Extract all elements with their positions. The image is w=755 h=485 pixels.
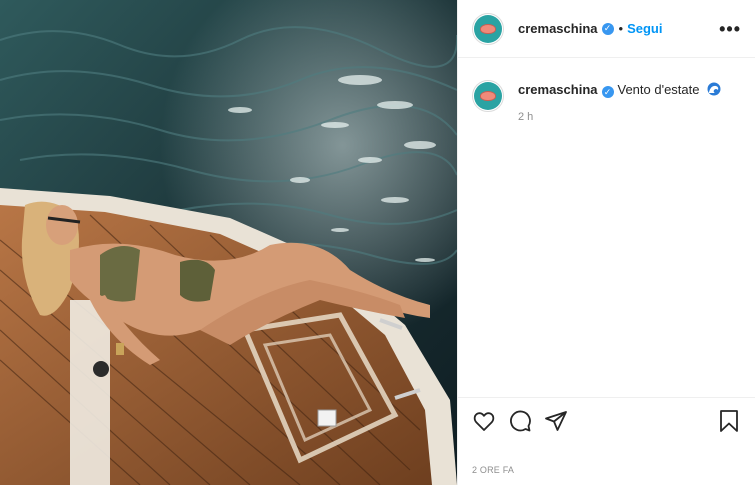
post-header: cremaschina ✓ • Segui •••: [458, 0, 755, 58]
post-image[interactable]: [0, 0, 457, 485]
avatar-graphic: [480, 23, 496, 34]
instagram-post: cremaschina ✓ • Segui ••• cremaschina ✓ Ve…: [0, 0, 755, 485]
bookmark-icon[interactable]: [717, 409, 741, 433]
follow-button[interactable]: Segui: [627, 21, 662, 36]
caption-avatar[interactable]: [472, 80, 504, 112]
separator-dot: •: [618, 21, 624, 36]
post-date[interactable]: 2 ORE FA: [472, 465, 514, 475]
avatar-image: [474, 82, 502, 110]
action-bar: [458, 397, 755, 443]
caption-line: cremaschina ✓ Vento d'estate: [518, 78, 721, 101]
avatar-image: [474, 14, 502, 43]
avatar-graphic: [480, 91, 496, 101]
author-username[interactable]: cremaschina: [518, 21, 598, 36]
caption-timestamp: 2 h: [518, 111, 534, 123]
more-options-icon[interactable]: •••: [719, 20, 741, 38]
verified-badge-icon: ✓: [601, 86, 614, 98]
caption-body: cremaschina ✓ Vento d'estate 2 h: [518, 78, 721, 123]
caption-username[interactable]: cremaschina: [518, 82, 598, 97]
post-sidebar: cremaschina ✓ • Segui ••• cremaschina ✓ Ve…: [457, 0, 755, 485]
comment-icon[interactable]: [508, 409, 532, 433]
post-photo: [0, 0, 457, 485]
verified-badge-icon: ✓: [601, 22, 614, 35]
caption-text: Vento d'estate: [617, 82, 700, 97]
paper-plane-icon[interactable]: [544, 409, 568, 433]
wave-icon: [707, 82, 721, 101]
avatar[interactable]: [472, 12, 504, 45]
heart-icon[interactable]: [472, 409, 496, 433]
caption: cremaschina ✓ Vento d'estate 2 h: [458, 58, 755, 123]
